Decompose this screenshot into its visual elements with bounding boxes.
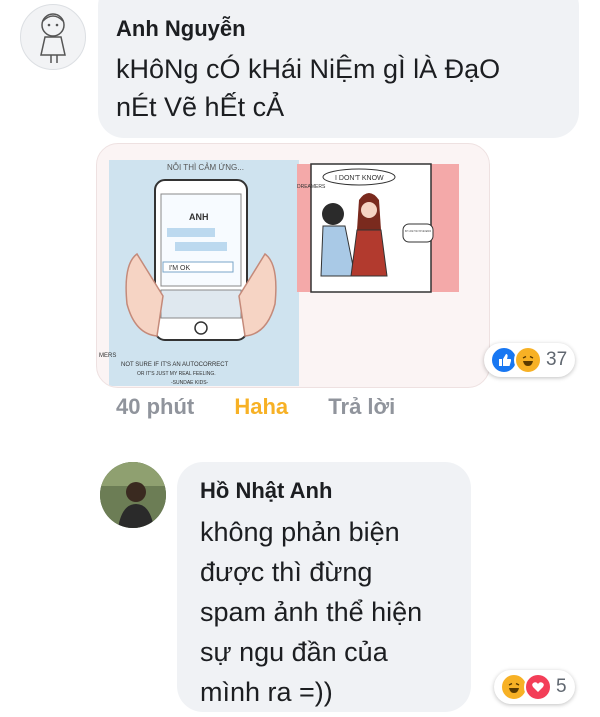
comic-bubble-2: BUT I LOVE IT WHY I'M THE REASON [405,229,431,233]
avatar-anh-nguyen[interactable] [20,4,86,70]
comment-text-1: kHôNg cÓ kHái NiỆm gÌ lÀ ĐạO nÉt Vẽ hẾt … [116,54,501,122]
reaction-summary-1[interactable]: 37 [484,343,576,377]
avatar-ho-nhat-anh[interactable] [100,462,166,528]
comic-bubble-1: I DON'T KNOW [335,175,384,182]
reaction-count-1: 37 [546,349,568,370]
reply-button[interactable]: Trả lời [328,394,395,419]
comic-contact-name: ANH [189,212,209,222]
love-icon [524,673,552,701]
reaction-summary-2[interactable]: 5 [494,670,575,704]
comment-actions-1: 40 phút Haha Trả lời [116,394,429,420]
comic-corner-tag: DREAMERS [297,184,326,190]
photo-avatar-icon [100,462,166,528]
comic-signature: -SUNDAE KIDS- [171,380,209,386]
comic-caption: NOT SURE IF IT'S AN AUTOCORRECT [121,362,229,368]
comic-side-mark: MERS [99,353,116,359]
comment-image-attachment[interactable]: NỖI THÌ CẢM ỨNG... ANH I'M OK MERS NOT S… [96,143,490,388]
haha-icon [514,346,542,374]
comic-input-text: I'M OK [169,265,191,272]
comic-heading: NỖI THÌ CẢM ỨNG... [167,163,244,172]
comment-author-2[interactable]: Hồ Nhật Anh [200,478,332,504]
comment-timestamp[interactable]: 40 phút [116,394,194,419]
comic-caption-2: OR IT'S JUST MY REAL FEELING. [137,371,216,377]
comic-image: NỖI THÌ CẢM ỨNG... ANH I'M OK MERS NOT S… [99,160,459,386]
comment-text-2: không phản biện được thì đừng spam ảnh t… [200,517,423,707]
comment-author-1[interactable]: Anh Nguyễn [116,16,246,42]
reaction-count-2: 5 [556,676,567,697]
haha-reaction-button[interactable]: Haha [234,394,288,419]
sketch-avatar-icon [40,13,66,63]
